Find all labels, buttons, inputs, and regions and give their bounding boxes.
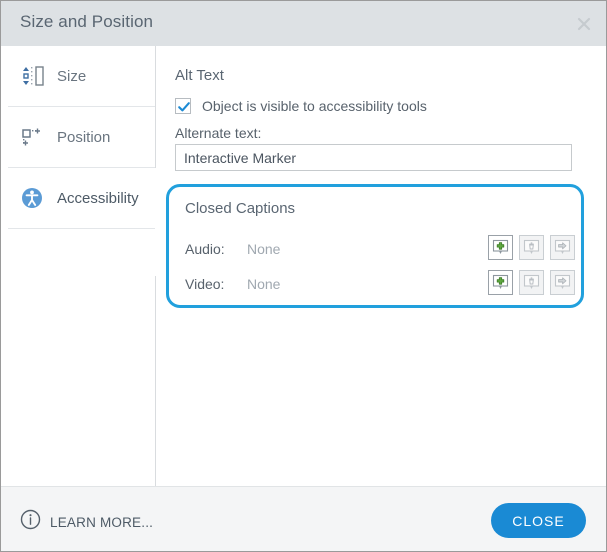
- caption-export-icon: [554, 274, 571, 291]
- alternate-text-input[interactable]: [175, 144, 572, 171]
- size-and-position-dialog: Size and Position: [0, 0, 607, 552]
- export-audio-caption-button[interactable]: [550, 235, 575, 260]
- closed-captions-heading: Closed Captions: [185, 200, 295, 217]
- sidebar-item-label: Position: [57, 129, 110, 146]
- alt-text-heading: Alt Text: [175, 67, 224, 84]
- object-visible-checkbox-row[interactable]: Object is visible to accessibility tools: [175, 98, 427, 114]
- add-audio-caption-button[interactable]: [488, 235, 513, 260]
- audio-label: Audio:: [185, 241, 225, 257]
- dialog-title: Size and Position: [20, 12, 153, 32]
- dialog-content: Size: [1, 46, 607, 486]
- learn-more-link[interactable]: LEARN MORE...: [20, 509, 153, 535]
- alternate-text-label: Alternate text:: [175, 125, 261, 141]
- caption-export-icon: [554, 239, 571, 256]
- closed-captions-video-row: Video: None: [169, 268, 587, 302]
- caption-add-icon: [492, 274, 509, 291]
- position-marker-icon: [17, 125, 47, 149]
- video-caption-buttons: [488, 270, 575, 295]
- dialog-titlebar: Size and Position: [1, 1, 607, 46]
- caption-delete-icon: [523, 274, 540, 291]
- close-button[interactable]: CLOSE: [491, 503, 586, 538]
- close-x-icon[interactable]: [574, 14, 594, 34]
- audio-value: None: [247, 241, 280, 257]
- caption-add-icon: [492, 239, 509, 256]
- video-label: Video:: [185, 276, 224, 292]
- accessibility-person-icon: [17, 186, 47, 210]
- object-visible-checkbox[interactable]: [175, 98, 191, 114]
- sidebar-row-divider: [8, 228, 155, 229]
- delete-audio-caption-button[interactable]: [519, 235, 544, 260]
- size-resize-icon: [17, 64, 47, 88]
- dialog-footer: LEARN MORE... CLOSE: [1, 486, 607, 552]
- sidebar-item-label: Size: [57, 68, 86, 85]
- sidebar-item-size[interactable]: Size: [1, 46, 156, 106]
- object-visible-checkbox-label: Object is visible to accessibility tools: [202, 98, 427, 114]
- sidebar: Size: [1, 46, 156, 486]
- caption-delete-icon: [523, 239, 540, 256]
- main-pane: Alt Text Object is visible to accessibil…: [156, 46, 607, 486]
- export-video-caption-button[interactable]: [550, 270, 575, 295]
- closed-captions-panel: Closed Captions Audio: None: [166, 184, 584, 308]
- checkmark-icon: [177, 100, 191, 114]
- info-circle-icon: [20, 509, 41, 535]
- closed-captions-audio-row: Audio: None: [169, 233, 587, 267]
- delete-video-caption-button[interactable]: [519, 270, 544, 295]
- video-value: None: [247, 276, 280, 292]
- audio-caption-buttons: [488, 235, 575, 260]
- sidebar-item-position[interactable]: Position: [1, 107, 156, 167]
- learn-more-label: LEARN MORE...: [50, 515, 153, 530]
- add-video-caption-button[interactable]: [488, 270, 513, 295]
- sidebar-item-label: Accessibility: [57, 190, 139, 207]
- sidebar-item-accessibility[interactable]: Accessibility: [1, 168, 156, 228]
